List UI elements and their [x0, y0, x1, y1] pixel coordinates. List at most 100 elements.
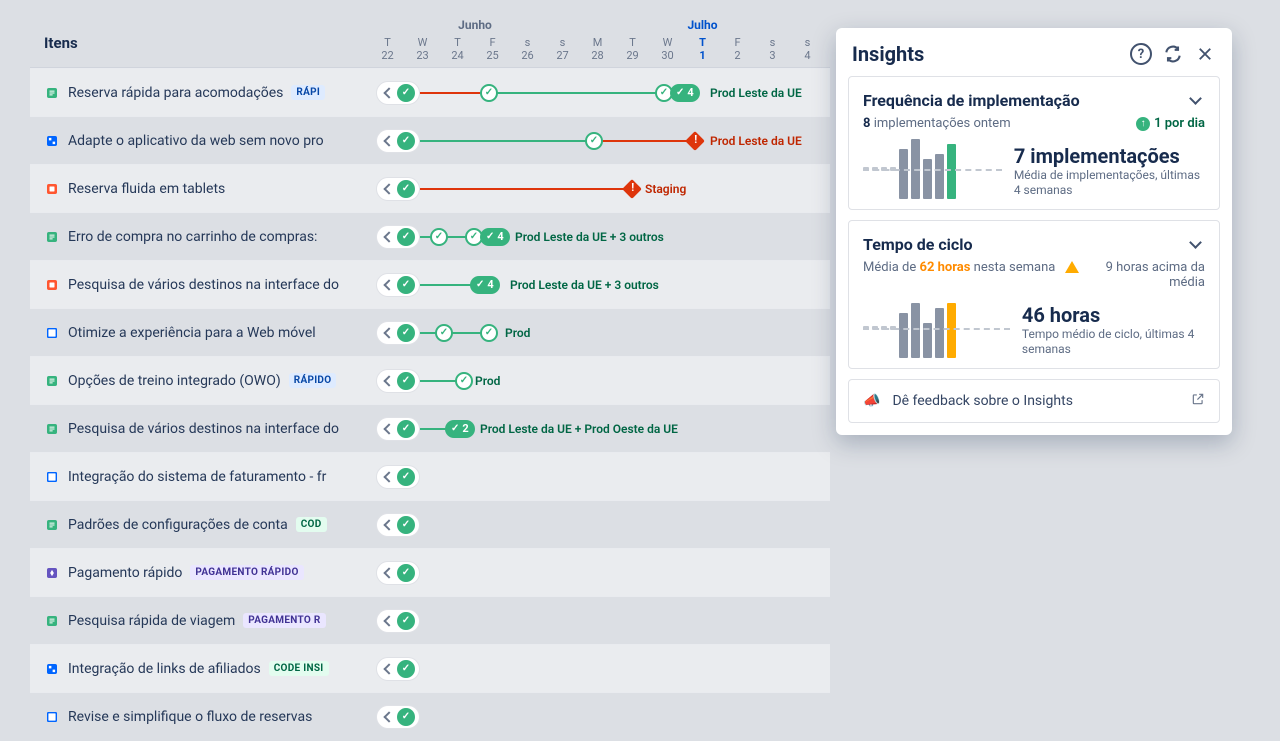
chevron-left-icon: [381, 326, 395, 340]
table-row[interactable]: Pagamento rápido PAGAMENTO RÁPIDO: [30, 548, 830, 596]
timeline-segment: [420, 140, 590, 142]
issue-type-icon: [44, 181, 60, 197]
start-pill[interactable]: [376, 561, 420, 585]
timeline-cell: [370, 501, 830, 549]
start-pill[interactable]: [376, 705, 420, 729]
check-icon: [397, 228, 415, 246]
table-row[interactable]: Pesquisa rápida de viagem PAGAMENTO R: [30, 596, 830, 644]
item-cell: Opções de treino integrado (OWO) RÁPIDO: [30, 373, 370, 389]
issue-type-icon: [44, 613, 60, 629]
deploy-count-label: implementações ontem: [874, 116, 1011, 131]
check-icon: [397, 468, 415, 486]
timeline-cell: 2Prod Leste da UE + Prod Oeste da UE: [370, 405, 830, 453]
start-pill[interactable]: [376, 177, 420, 201]
day-col: M28: [580, 36, 615, 62]
table-row[interactable]: Integração do sistema de faturamento - f…: [30, 452, 830, 500]
item-cell: Integração de links de afiliados CODE IN…: [30, 661, 370, 677]
deployment-frequency-card[interactable]: Frequência de implementação 8 implementa…: [848, 76, 1220, 210]
timeline-cell: 4Prod Leste da UE + 3 outros: [370, 213, 830, 261]
day-col: W30: [650, 36, 685, 62]
table-row[interactable]: Otimize a experiência para a Web móvel P…: [30, 308, 830, 356]
day-col: F2: [720, 36, 755, 62]
insights-header: Insights ?: [848, 40, 1220, 76]
start-pill[interactable]: [376, 465, 420, 489]
item-cell: Padrões de configurações de conta COD: [30, 517, 370, 533]
issue-type-icon: [44, 421, 60, 437]
table-row[interactable]: Adapte o aplicativo da web sem novo pro …: [30, 116, 830, 164]
table-row[interactable]: Integração de links de afiliados CODE IN…: [30, 644, 830, 692]
check-icon: [480, 84, 498, 102]
table-row[interactable]: Pesquisa de vários destinos na interface…: [30, 404, 830, 452]
start-pill[interactable]: [376, 321, 420, 345]
chevron-left-icon: [381, 566, 395, 580]
table-row[interactable]: Erro de compra no carrinho de compras: 4…: [30, 212, 830, 260]
alert-icon: [685, 131, 705, 151]
chevron-left-icon: [381, 422, 395, 436]
cycle-avg-stat: 46 horas: [1022, 303, 1205, 327]
timeline-segment: [420, 92, 480, 94]
timeline-cell: Prod: [370, 357, 830, 405]
chevron-down-icon[interactable]: [1187, 91, 1205, 109]
feedback-link[interactable]: 📣 Dê feedback sobre o Insights: [848, 379, 1220, 423]
issue-type-icon: [44, 517, 60, 533]
start-pill[interactable]: [376, 273, 420, 297]
issue-type-icon: [44, 325, 60, 341]
issue-type-icon: [44, 85, 60, 101]
start-pill[interactable]: [376, 369, 420, 393]
check-icon: [397, 180, 415, 198]
env-label: Prod: [475, 374, 500, 388]
chevron-left-icon: [381, 470, 395, 484]
timeline-cell: Staging: [370, 165, 830, 213]
refresh-icon[interactable]: [1162, 43, 1184, 65]
table-row[interactable]: Reserva fluida em tablets Staging: [30, 164, 830, 212]
start-pill[interactable]: [376, 657, 420, 681]
table-row[interactable]: Pesquisa de vários destinos na interface…: [30, 260, 830, 308]
timeline-segment: [420, 380, 460, 382]
chevron-left-icon: [381, 662, 395, 676]
help-icon[interactable]: ?: [1130, 43, 1152, 65]
check-icon: [397, 420, 415, 438]
cycle-time-card[interactable]: Tempo de ciclo Média de 62 horas nesta s…: [848, 220, 1220, 369]
check-icon: [397, 84, 415, 102]
item-title: Revise e simplifique o fluxo de reservas: [68, 709, 312, 725]
check-icon: [397, 132, 415, 150]
arrow-up-icon: ↑: [1136, 117, 1150, 131]
alert-icon: [622, 179, 642, 199]
item-tag: PAGAMENTO R: [243, 613, 325, 628]
check-icon: [435, 324, 453, 342]
start-pill[interactable]: [376, 129, 420, 153]
issue-type-icon: [44, 373, 60, 389]
chevron-left-icon: [381, 710, 395, 724]
timeline-segment: [420, 188, 630, 190]
table-row[interactable]: Padrões de configurações de conta COD: [30, 500, 830, 548]
check-icon: [397, 324, 415, 342]
deploy-avg-stat: 7 implementações: [1014, 144, 1205, 168]
chevron-down-icon[interactable]: [1187, 235, 1205, 253]
env-label: Prod: [505, 326, 530, 340]
day-col: T22: [370, 36, 405, 62]
check-icon: [397, 612, 415, 630]
chevron-left-icon: [381, 230, 395, 244]
issue-type-icon: [44, 133, 60, 149]
check-icon: [397, 660, 415, 678]
check-icon: [397, 564, 415, 582]
table-row[interactable]: Revise e simplifique o fluxo de reservas: [30, 692, 830, 740]
start-pill[interactable]: [376, 417, 420, 441]
timeline-segment: [590, 140, 690, 142]
start-pill[interactable]: [376, 225, 420, 249]
start-pill[interactable]: [376, 513, 420, 537]
table-row[interactable]: Reserva rápida para acomodações RÁPI 4Pr…: [30, 68, 830, 116]
month-june: Junho: [370, 18, 580, 32]
issue-type-icon: [44, 277, 60, 293]
env-label: Prod Leste da UE + Prod Oeste da UE: [480, 422, 678, 436]
item-cell: Integração do sistema de faturamento - f…: [30, 469, 370, 485]
table-row[interactable]: Opções de treino integrado (OWO) RÁPIDO …: [30, 356, 830, 404]
start-pill[interactable]: [376, 81, 420, 105]
item-tag: PAGAMENTO RÁPIDO: [190, 565, 303, 580]
item-cell: Revise e simplifique o fluxo de reservas: [30, 709, 370, 725]
start-pill[interactable]: [376, 609, 420, 633]
close-icon[interactable]: [1194, 43, 1216, 65]
day-col: F25: [475, 36, 510, 62]
cycle-time-chart: [863, 298, 1010, 358]
item-cell: Reserva fluida em tablets: [30, 181, 370, 197]
